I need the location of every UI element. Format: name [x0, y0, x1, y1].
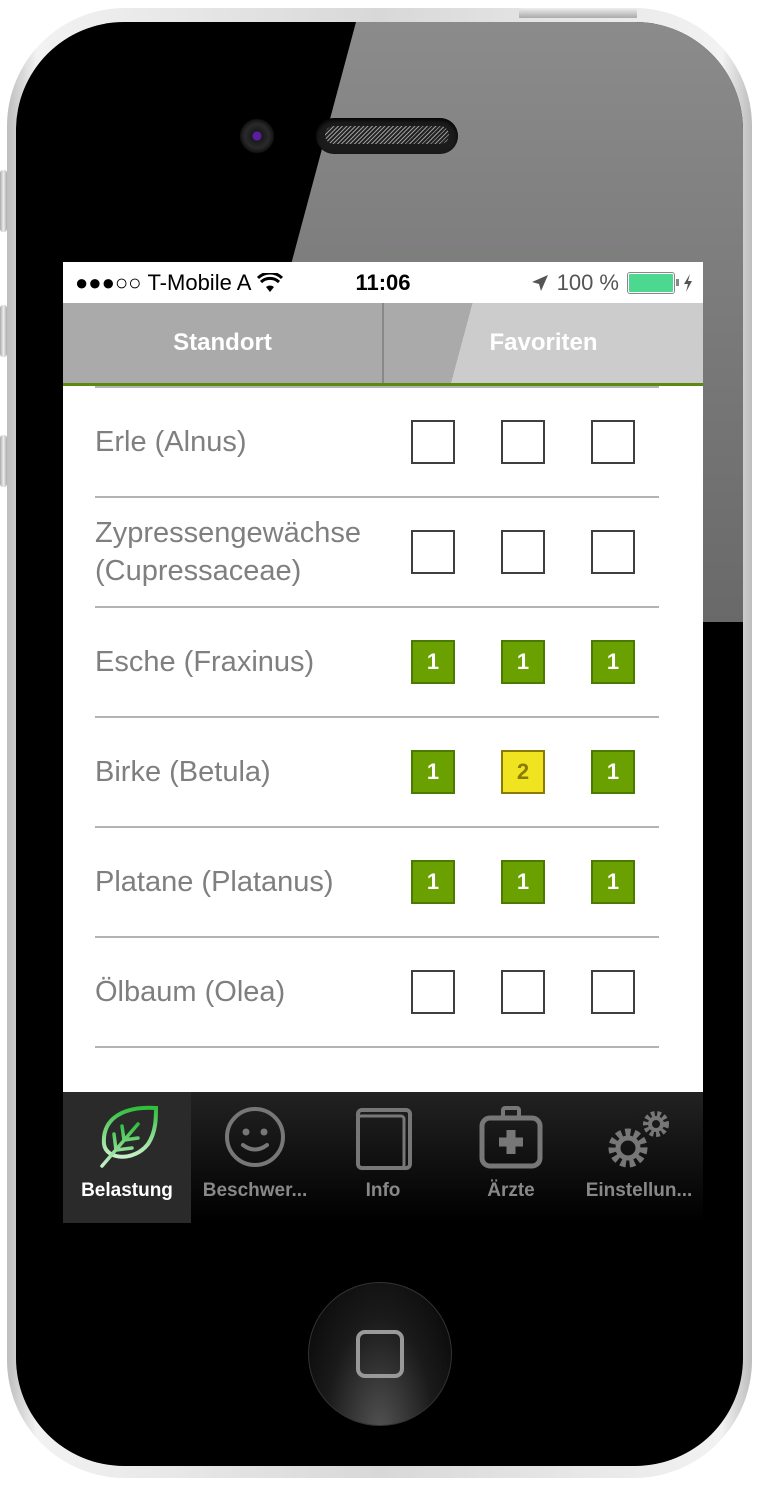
forecast-level-day-1 — [411, 530, 455, 574]
forecast-level-day-1 — [411, 420, 455, 464]
tabbar-item-beschwerden[interactable]: Beschwer... — [191, 1092, 319, 1223]
forecast-cells — [411, 420, 635, 464]
battery-fill — [629, 273, 673, 292]
pollen-list: Erle (Alnus) Zypressengewächse (Cupressac… — [95, 386, 659, 1048]
pollen-row[interactable]: Erle (Alnus) — [95, 388, 659, 498]
pollen-name: Platane (Platanus) — [95, 866, 334, 898]
pollen-name: Erle (Alnus) — [95, 426, 247, 458]
tabbar-label: Belastung — [81, 1180, 173, 1201]
pollen-row[interactable]: Platane (Platanus) 1 1 1 — [95, 828, 659, 938]
pollen-row[interactable]: Ölbaum (Olea) — [95, 938, 659, 1048]
forecast-level-day-2 — [501, 530, 545, 574]
tabbar-item-einstellungen[interactable]: Einstellun... — [575, 1092, 703, 1223]
forecast-cells — [411, 530, 635, 574]
tabbar-item-info[interactable]: Info — [319, 1092, 447, 1223]
pollen-name: Ölbaum (Olea) — [95, 976, 286, 1008]
tabbar-label: Einstellun... — [585, 1180, 693, 1201]
tab-favoriten[interactable]: Favoriten — [382, 303, 703, 383]
forecast-level-day-3 — [591, 530, 635, 574]
forecast-level-day-1: 1 — [411, 750, 455, 794]
tab-standort[interactable]: Standort — [63, 303, 382, 383]
smiley-icon — [225, 1107, 285, 1167]
volume-up-button — [0, 305, 7, 357]
forecast-level-day-3 — [591, 420, 635, 464]
earpiece-speaker — [316, 118, 458, 154]
location-segmented-control: Standort Favoriten — [63, 303, 703, 386]
forecast-cells: 1 1 1 — [411, 860, 635, 904]
home-button[interactable] — [308, 1282, 452, 1426]
forecast-level-day-3 — [591, 970, 635, 1014]
pollen-name: Esche (Fraxinus) — [95, 646, 315, 678]
front-camera — [240, 119, 274, 153]
forecast-cells: 1 1 1 — [411, 640, 635, 684]
forecast-level-day-2 — [501, 970, 545, 1014]
pollen-row[interactable]: Esche (Fraxinus) 1 1 1 — [95, 608, 659, 718]
forecast-cells: 1 2 1 — [411, 750, 635, 794]
app-screen: ●●●○○ T-Mobile A 11:06 100 % Standort Fa… — [63, 262, 703, 1223]
forecast-level-day-2 — [501, 420, 545, 464]
pollen-row[interactable]: Zypressengewächse (Cupressaceae) — [95, 498, 659, 608]
tabbar-item-belastung[interactable]: Belastung — [63, 1092, 191, 1223]
tabbar-label: Beschwer... — [202, 1180, 308, 1201]
status-bar: ●●●○○ T-Mobile A 11:06 100 % — [63, 262, 703, 303]
forecast-level-day-2: 2 — [501, 750, 545, 794]
battery-icon — [627, 271, 679, 294]
forecast-level-day-3: 1 — [591, 640, 635, 684]
pollen-name: Zypressengewächse (Cupressaceae) — [95, 517, 361, 587]
gears-icon — [608, 1111, 669, 1168]
medical-kit-icon — [479, 1106, 543, 1169]
forecast-level-day-3: 1 — [591, 750, 635, 794]
forecast-level-day-1 — [411, 970, 455, 1014]
forecast-level-day-3: 1 — [591, 860, 635, 904]
tabbar-label: Ärzte — [487, 1180, 535, 1201]
tabbar-item-aerzte[interactable]: Ärzte — [447, 1092, 575, 1223]
battery-percent: 100 % — [556, 269, 619, 295]
location-arrow-icon — [531, 274, 548, 291]
forecast-level-day-1: 1 — [411, 860, 455, 904]
forecast-cells — [411, 970, 635, 1014]
forecast-level-day-2: 1 — [501, 860, 545, 904]
tab-bar: Belastung Beschwer... Info Ärzte Einstel… — [63, 1092, 703, 1223]
volume-down-button — [0, 435, 7, 487]
charging-bolt-icon — [684, 273, 692, 292]
pollen-name: Birke (Betula) — [95, 756, 271, 788]
power-button — [519, 8, 637, 18]
book-icon — [356, 1108, 412, 1170]
pollen-row[interactable]: Birke (Betula) 1 2 1 — [95, 718, 659, 828]
mute-switch — [0, 170, 7, 232]
tabbar-label: Info — [365, 1180, 401, 1201]
leaf-icon — [100, 1105, 159, 1168]
forecast-level-day-1: 1 — [411, 640, 455, 684]
forecast-level-day-2: 1 — [501, 640, 545, 684]
